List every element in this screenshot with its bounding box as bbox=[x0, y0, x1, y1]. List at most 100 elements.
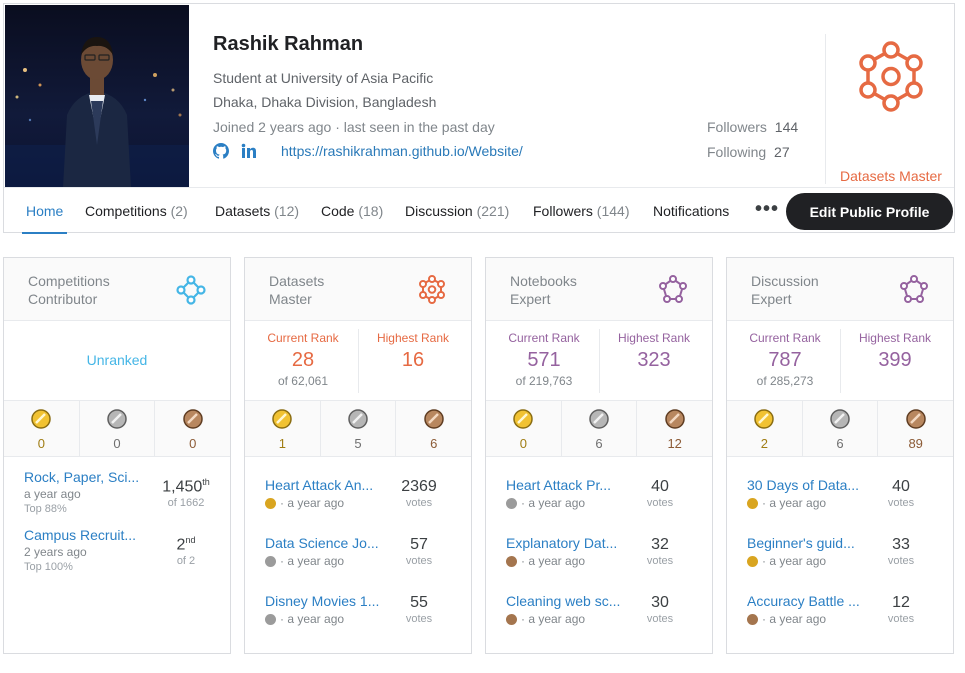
list-item[interactable]: Cleaning web sc... · a year ago 30 votes bbox=[486, 573, 712, 631]
edit-public-profile-button[interactable]: Edit Public Profile bbox=[786, 193, 953, 230]
item-title[interactable]: 30 Days of Data... bbox=[747, 477, 875, 493]
tab-datasets[interactable]: Datasets (12) bbox=[215, 188, 299, 234]
bronze-medal-count: 0 bbox=[189, 436, 197, 451]
item-meta: · a year ago bbox=[265, 612, 344, 626]
github-icon[interactable] bbox=[213, 143, 229, 159]
current-rank-label: Current Rank bbox=[508, 331, 580, 345]
item-title[interactable]: Heart Attack An... bbox=[265, 477, 393, 493]
item-title[interactable]: Campus Recruit... bbox=[24, 527, 149, 543]
gold-medal-cell: 2 bbox=[727, 401, 803, 456]
item-title[interactable]: Accuracy Battle ... bbox=[747, 593, 875, 609]
gold-medal-icon bbox=[754, 409, 775, 429]
gold-medal-count: 1 bbox=[278, 436, 286, 451]
current-rank-value: 787 bbox=[768, 349, 802, 371]
profile-name: Rashik Rahman bbox=[213, 33, 364, 55]
current-rank: Current Rank 787 of 285,273 bbox=[730, 331, 840, 388]
tab-notifications[interactable]: Notifications bbox=[653, 188, 729, 234]
list-item[interactable]: Disney Movies 1... · a year ago 55 votes bbox=[245, 573, 471, 631]
tab-discussion[interactable]: Discussion (221) bbox=[405, 188, 509, 234]
card-header[interactable]: Notebooks Expert bbox=[486, 258, 712, 321]
list-item[interactable]: Accuracy Battle ... · a year ago 12 votes bbox=[727, 573, 953, 631]
discussion-card: Discussion Expert Current Rank 787 of 285,27… bbox=[726, 257, 954, 654]
item-votes-label: votes bbox=[646, 497, 674, 509]
tab-code-count: (18) bbox=[358, 203, 384, 219]
item-title[interactable]: Explanatory Dat... bbox=[506, 535, 634, 551]
more-options-button[interactable]: ••• bbox=[755, 188, 779, 234]
item-votes-label: votes bbox=[405, 555, 433, 567]
gold-medal-cell: 0 bbox=[486, 401, 562, 456]
card-header[interactable]: Competitions Contributor bbox=[4, 258, 230, 321]
website-link[interactable]: https://rashikrahman.github.io/Website/ bbox=[281, 143, 523, 159]
item-votes: 40 bbox=[892, 478, 910, 495]
tab-followers[interactable]: Followers (144) bbox=[533, 188, 629, 234]
item-votes: 33 bbox=[892, 536, 910, 553]
item-list: 30 Days of Data... · a year ago 40 votes Beg… bbox=[727, 457, 953, 631]
card-title-category: Notebooks bbox=[510, 273, 577, 289]
list-item[interactable]: Data Science Jo... · a year ago 57 votes bbox=[245, 515, 471, 573]
item-meta: · a year ago bbox=[747, 612, 826, 626]
item-title[interactable]: Rock, Paper, Sci... bbox=[24, 469, 149, 485]
bronze-medal-cell: 12 bbox=[637, 401, 712, 456]
item-votes-label: votes bbox=[887, 555, 915, 567]
bronze-medal-icon bbox=[423, 409, 444, 429]
item-votes-label: votes bbox=[646, 555, 674, 567]
item-title[interactable]: Disney Movies 1... bbox=[265, 593, 393, 609]
item-title[interactable]: Data Science Jo... bbox=[265, 535, 393, 551]
tab-code[interactable]: Code (18) bbox=[321, 188, 383, 234]
item-top-percent: Top 100% bbox=[24, 561, 73, 573]
bronze-medal-count: 6 bbox=[430, 436, 438, 451]
current-rank-value: 28 bbox=[291, 349, 315, 371]
profile-photo[interactable] bbox=[5, 5, 189, 188]
tab-discussion-label: Discussion bbox=[405, 203, 473, 219]
list-item[interactable]: Heart Attack Pr... · a year ago 40 votes bbox=[486, 457, 712, 515]
followers-stat[interactable]: Followers 144 bbox=[707, 119, 798, 144]
item-rank-suffix: nd bbox=[185, 535, 196, 545]
notebooks-card: Notebooks Expert Current Rank 571 of 219,763… bbox=[485, 257, 713, 654]
tab-competitions[interactable]: Competitions (2) bbox=[85, 188, 188, 234]
silver-medal-icon bbox=[348, 409, 368, 429]
tab-home[interactable]: Home bbox=[21, 188, 68, 234]
silver-medal-icon bbox=[506, 497, 517, 509]
profile-tabs: Home Competitions (2) Datasets (12) Code… bbox=[4, 187, 954, 234]
item-rank: 2nd bbox=[156, 535, 216, 554]
silver-medal-cell: 6 bbox=[803, 401, 879, 456]
card-title-tier: Expert bbox=[510, 291, 551, 307]
item-votes: 55 bbox=[410, 594, 428, 611]
gold-medal-icon bbox=[265, 497, 276, 509]
card-title: Competitions Contributor bbox=[28, 272, 110, 308]
current-rank-total: of 62,061 bbox=[277, 374, 329, 388]
unranked-label[interactable]: Unranked bbox=[4, 352, 230, 368]
list-item[interactable]: Rock, Paper, Sci... a year ago Top 88% 1… bbox=[4, 457, 230, 515]
card-header[interactable]: Datasets Master bbox=[245, 258, 471, 321]
item-meta: · a year ago bbox=[506, 612, 585, 626]
item-title[interactable]: Beginner's guid... bbox=[747, 535, 875, 551]
list-item[interactable]: Beginner's guid... · a year ago 33 votes bbox=[727, 515, 953, 573]
list-item[interactable]: Heart Attack An... · a year ago 2369 votes bbox=[245, 457, 471, 515]
item-title[interactable]: Heart Attack Pr... bbox=[506, 477, 634, 493]
tab-code-label: Code bbox=[321, 203, 355, 219]
highest-rank: Highest Rank 399 bbox=[840, 331, 950, 372]
highest-rank-label: Highest Rank bbox=[617, 331, 691, 345]
card-header[interactable]: Discussion Expert bbox=[727, 258, 953, 321]
rank-area: Unranked bbox=[4, 321, 230, 401]
following-stat[interactable]: Following 27 bbox=[707, 144, 798, 169]
silver-medal-icon bbox=[107, 409, 127, 429]
following-label: Following bbox=[707, 144, 767, 160]
silver-medal-icon bbox=[265, 613, 276, 625]
item-time: · a year ago bbox=[280, 496, 345, 510]
list-item[interactable]: Explanatory Dat... · a year ago 32 votes bbox=[486, 515, 712, 573]
linkedin-icon[interactable] bbox=[241, 143, 257, 159]
competitions-contributor-icon bbox=[176, 275, 206, 305]
current-rank: Current Rank 28 of 62,061 bbox=[248, 331, 358, 388]
medal-row: 0 0 0 bbox=[4, 401, 230, 457]
list-item[interactable]: Campus Recruit... 2 years ago Top 100% 2… bbox=[4, 515, 230, 573]
item-title[interactable]: Cleaning web sc... bbox=[506, 593, 634, 609]
item-time: · a year ago bbox=[762, 612, 827, 626]
profile-location: Dhaka, Dhaka Division, Bangladesh bbox=[213, 94, 437, 110]
gold-medal-icon bbox=[272, 409, 293, 429]
profile-joined: Joined 2 years ago · last seen in the pa… bbox=[213, 119, 495, 135]
item-time: · a year ago bbox=[280, 612, 345, 626]
following-count: 27 bbox=[774, 144, 790, 160]
list-item[interactable]: 30 Days of Data... · a year ago 40 votes bbox=[727, 457, 953, 515]
silver-medal-cell: 6 bbox=[562, 401, 638, 456]
